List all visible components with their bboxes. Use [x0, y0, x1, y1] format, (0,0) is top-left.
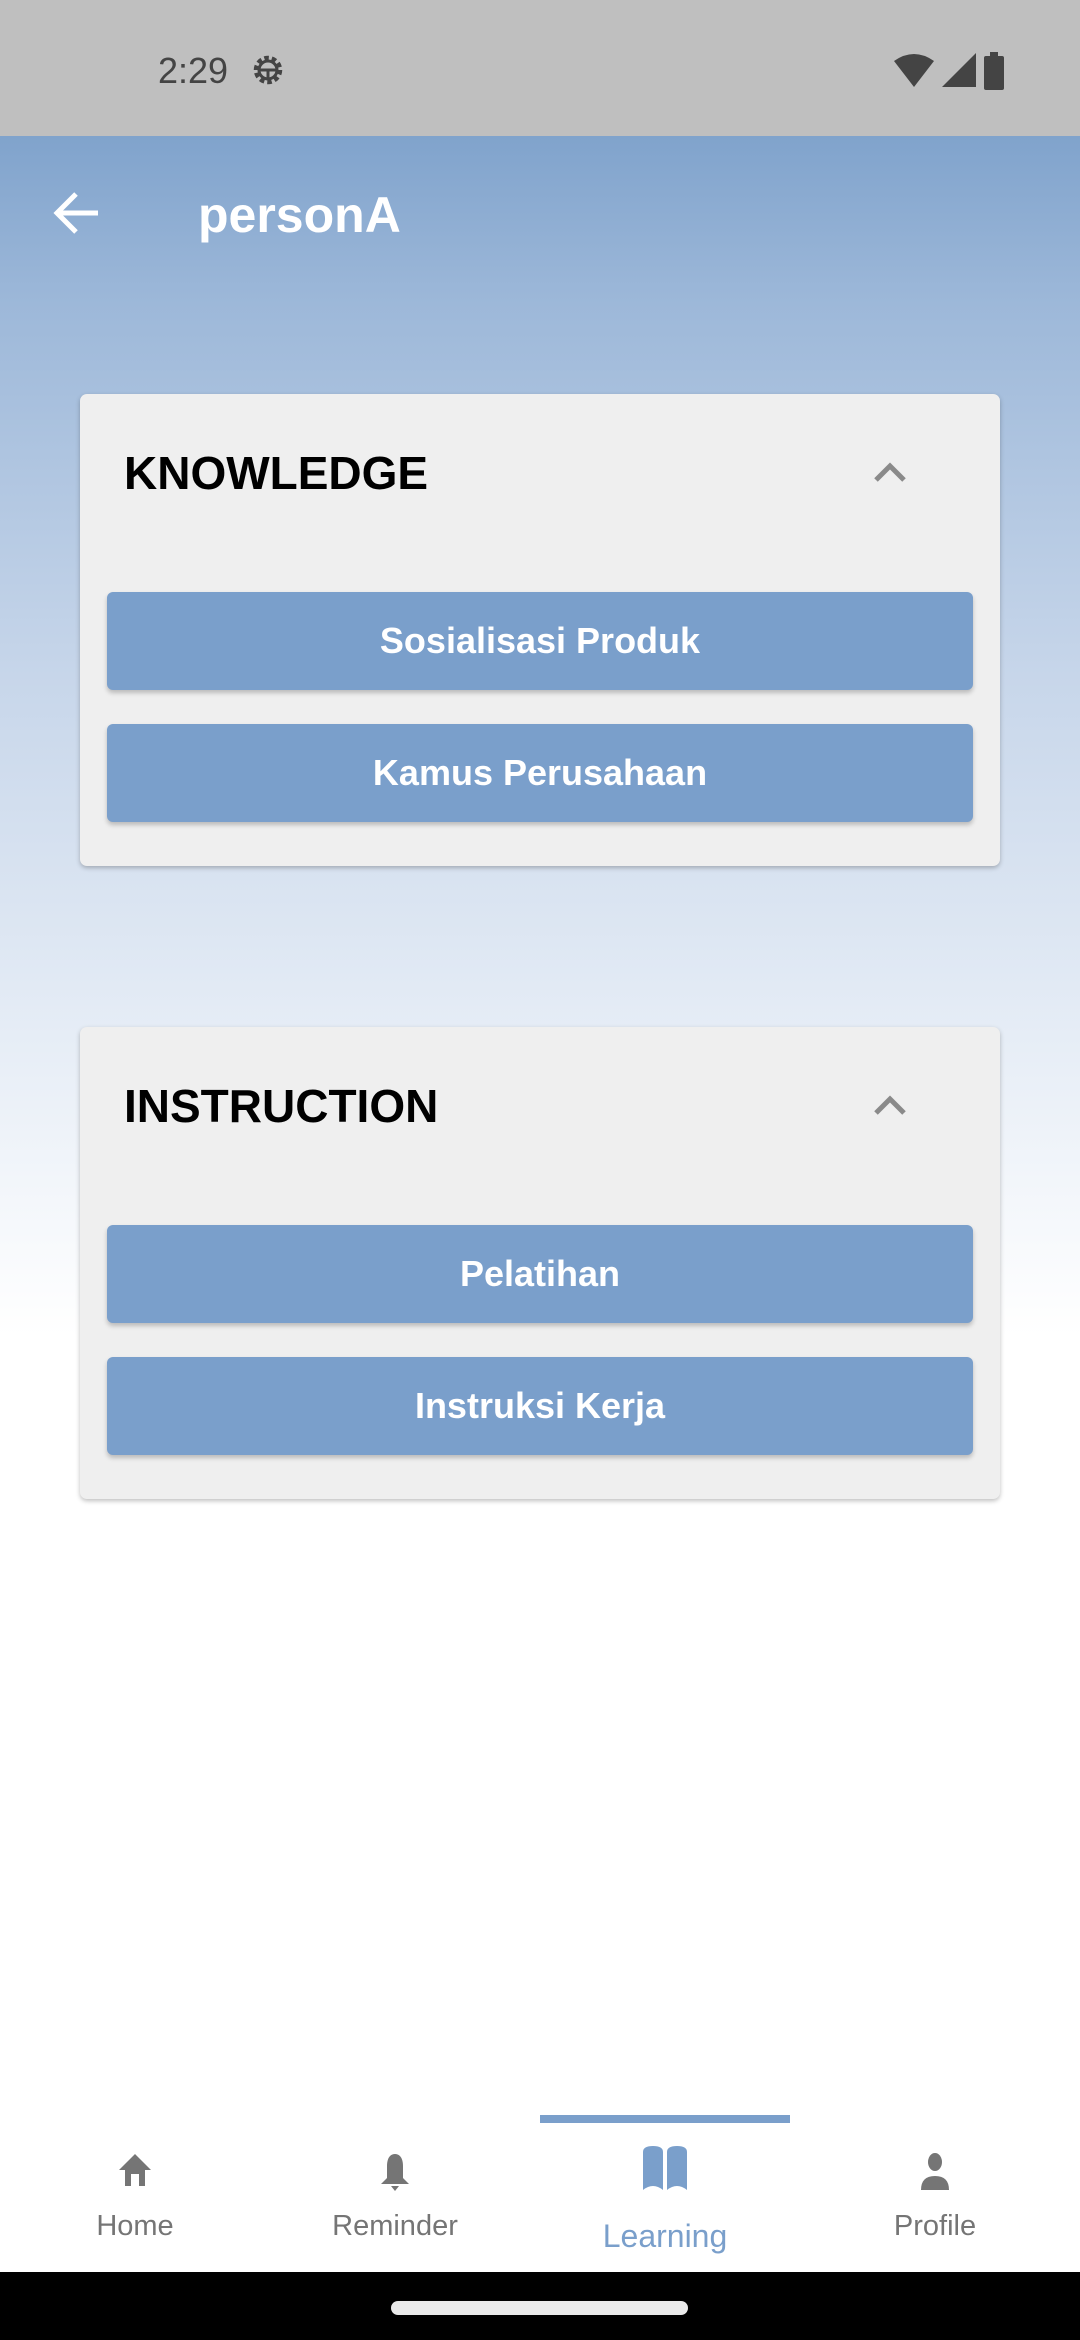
home-icon — [119, 2154, 151, 2186]
page-title: personA — [198, 187, 401, 243]
book-icon — [643, 2146, 687, 2190]
status-bar: 2:29 — [0, 0, 1080, 136]
home-gesture-handle[interactable] — [391, 2301, 688, 2315]
tab-profile[interactable]: Profile — [800, 2110, 1070, 2272]
sosialisasi-produk-button[interactable]: Sosialisasi Produk — [107, 592, 973, 690]
kamus-perusahaan-button[interactable]: Kamus Perusahaan — [107, 724, 973, 822]
tab-label: Profile — [893, 2210, 977, 2242]
tab-label: Home — [96, 2210, 174, 2242]
bottom-nav: Home Reminder Learning Profile — [0, 2110, 1080, 2272]
bell-icon — [381, 2154, 409, 2191]
battery-icon — [984, 52, 1004, 90]
instruksi-kerja-button[interactable]: Instruksi Kerja — [107, 1357, 973, 1455]
tab-label: Learning — [602, 2218, 728, 2254]
tab-label: Reminder — [332, 2210, 458, 2242]
chevron-up-icon[interactable] — [870, 1089, 910, 1119]
person-icon — [921, 2153, 949, 2190]
tab-learning[interactable]: Learning — [530, 2110, 800, 2272]
section-title: KNOWLEDGE — [124, 447, 429, 499]
arrow-back-icon[interactable] — [52, 190, 102, 236]
pelatihan-button[interactable]: Pelatihan — [107, 1225, 973, 1323]
system-navigation-bar — [0, 2272, 1080, 2340]
knowledge-section: KNOWLEDGE Sosialisasi Produk Kamus Perus… — [80, 394, 1000, 866]
chevron-up-icon[interactable] — [870, 456, 910, 486]
tab-reminder[interactable]: Reminder — [260, 2110, 530, 2272]
settings-gear-icon — [253, 55, 283, 85]
tab-home[interactable]: Home — [0, 2110, 270, 2272]
instruction-section: INSTRUCTION Pelatihan Instruksi Kerja — [80, 1027, 1000, 1499]
signal-icon — [942, 53, 976, 87]
status-time: 2:29 — [158, 50, 229, 91]
wifi-icon — [894, 54, 934, 87]
section-title: INSTRUCTION — [124, 1080, 439, 1132]
